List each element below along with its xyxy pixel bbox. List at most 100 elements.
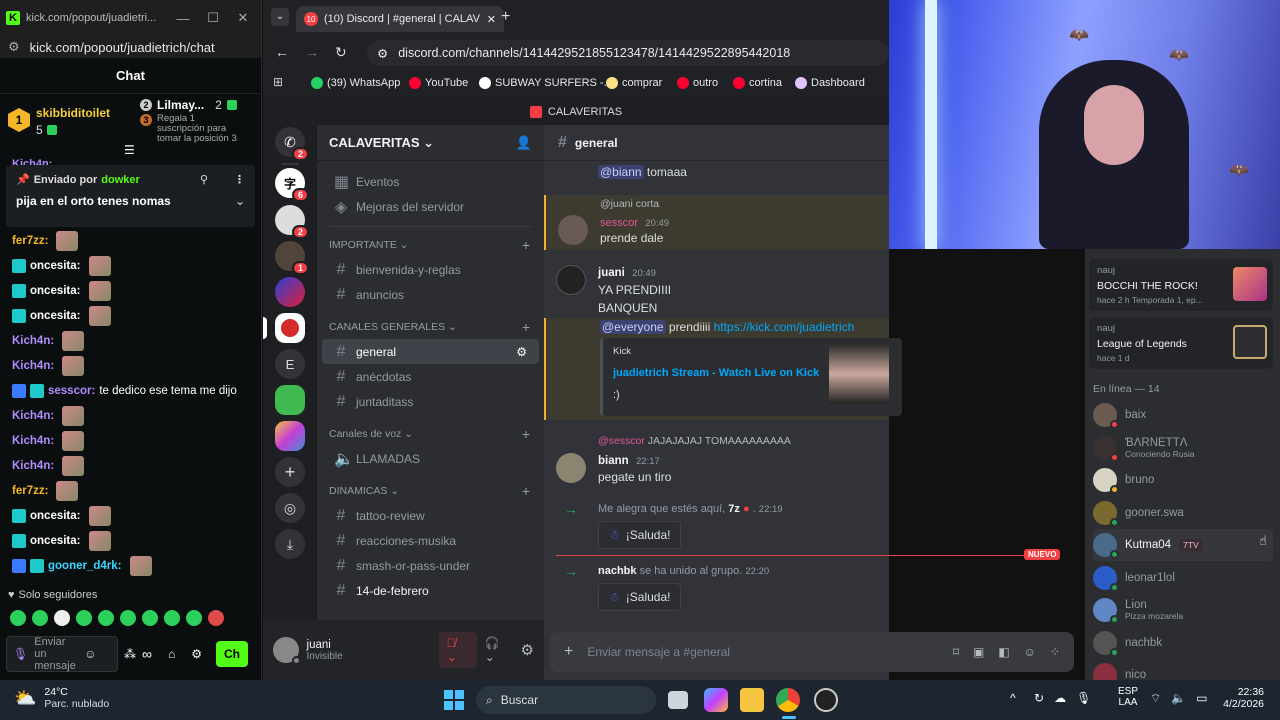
channel-settings-icon[interactable]: ⚙ [516, 345, 527, 359]
channel-item[interactable]: 🔈 LLAMADAS [322, 446, 539, 471]
add-server-icon[interactable]: + [275, 457, 305, 487]
gift2-user[interactable]: Lilmay... [157, 98, 204, 112]
back-icon[interactable]: ← [275, 44, 289, 60]
server-icon-e[interactable]: E [275, 349, 305, 379]
server-icon-5[interactable] [275, 385, 305, 415]
member-item[interactable]: leonar1lol [1093, 562, 1273, 594]
message-link[interactable]: https://kick.com/juadietrich [714, 320, 855, 334]
wave-button[interactable]: ☃ ¡Saluda! [598, 583, 682, 611]
server-name-header[interactable]: CALAVERITAS ⌄ 👤 [317, 125, 544, 161]
apps-icon[interactable]: ⁘ [1050, 645, 1060, 659]
author[interactable]: juani [598, 267, 625, 279]
store-icon[interactable]: ⌂ [168, 647, 175, 661]
emoji-icon[interactable]: ☺ [84, 647, 96, 661]
emote-icon[interactable] [208, 610, 224, 626]
cloud-icon[interactable]: ☁ [1054, 691, 1066, 705]
emote-icon[interactable] [98, 610, 114, 626]
emote-icon[interactable] [142, 610, 158, 626]
emote-icon[interactable] [120, 610, 136, 626]
join-user[interactable]: 7z [728, 503, 740, 515]
pinned-message[interactable]: 📌 Enviado por dowker ⚲ ⋮ pija en el orto… [6, 165, 255, 227]
add-channel-icon[interactable]: + [522, 483, 530, 499]
chat-username[interactable]: gooner_d4rk: [48, 560, 122, 572]
site-info-icon[interactable]: ⚙ [377, 46, 388, 61]
emote-icon[interactable] [10, 610, 26, 626]
user-name[interactable]: juani [307, 639, 405, 651]
add-channel-icon[interactable]: + [522, 426, 530, 442]
users-icon[interactable]: ⁂ [124, 647, 136, 661]
mic-icon[interactable]: 🎙 [13, 647, 28, 661]
discover-icon[interactable]: ◎ [275, 493, 305, 523]
search-box[interactable]: ⌕ Buscar [476, 686, 656, 714]
member-item[interactable]: Kutma04 7TV [1093, 529, 1273, 561]
infinity-icon[interactable]: ∞ [142, 646, 152, 662]
mute-mic-button[interactable]: 🎙̸ ⌄ [438, 632, 477, 668]
add-channel-icon[interactable]: + [522, 319, 530, 335]
server-icon-calaveritas[interactable] [275, 313, 305, 343]
pinned-author[interactable]: dowker [101, 174, 140, 186]
server-icon-2[interactable]: 2 [275, 205, 309, 239]
mention[interactable]: @everyone [600, 320, 666, 334]
avatar[interactable] [556, 265, 586, 295]
chat-username[interactable]: Kich4n: [12, 435, 54, 447]
download-icon[interactable]: ⤓ [275, 529, 305, 559]
member-item[interactable]: Lion Pizza mozarela [1093, 594, 1273, 626]
bookmark-item[interactable]: Dashboard [795, 72, 865, 94]
avatar[interactable] [556, 453, 586, 483]
server-icon-3[interactable]: 1 [275, 241, 309, 275]
channel-item[interactable]: # anécdotas [322, 364, 539, 389]
language-indicator[interactable]: ESP LAA [1118, 686, 1138, 708]
clock[interactable]: 22:36 4/2/2026 [1223, 686, 1264, 710]
bookmark-item[interactable]: YouTube [409, 72, 468, 94]
reload-icon[interactable]: ↻ [335, 44, 347, 61]
boost-item[interactable]: ◈ Mejoras del servidor [322, 194, 539, 219]
emote-icon[interactable] [32, 610, 48, 626]
chat-input[interactable]: 🎙 Enviar un mensaje ☺ [6, 636, 118, 672]
channel-category[interactable]: Canales de voz ⌄ + [317, 422, 544, 446]
maximize-icon[interactable]: ☐ [201, 10, 225, 26]
sticker-icon[interactable]: ◧ [998, 645, 1009, 659]
channel-item[interactable]: # reacciones-musika [322, 528, 539, 553]
tab-close-icon[interactable]: ✕ [487, 13, 496, 26]
settings-icon[interactable]: ⚙ [191, 647, 202, 661]
member-item[interactable]: nachbk [1093, 627, 1273, 659]
author[interactable]: biann [598, 455, 629, 467]
tab-discord[interactable]: 10 (10) Discord | #general | CALAV ✕ [296, 6, 504, 32]
chevron-down-icon[interactable]: ⌄ [235, 194, 245, 208]
bookmark-item[interactable]: comprar [606, 72, 662, 94]
mention[interactable]: @biann [598, 165, 644, 179]
channel-item[interactable]: # general ⚙ [322, 339, 539, 364]
bookmark-item[interactable]: (39) WhatsApp [311, 72, 400, 94]
copilot-icon[interactable] [704, 688, 728, 712]
embed-thumbnail[interactable] [829, 344, 889, 404]
chrome-icon[interactable] [776, 688, 800, 712]
address-bar[interactable]: ⚙ discord.com/channels/14144295218551234… [367, 40, 889, 66]
member-item[interactable]: ƁΛRNETTΛ Conociendo Rusia [1093, 432, 1273, 464]
more-options-icon[interactable]: ⋮ [234, 173, 245, 186]
chat-username[interactable]: oncesita: [30, 310, 81, 322]
weather-widget[interactable]: ⛅ 24°C Parc. nublado [14, 686, 109, 710]
forward-icon[interactable]: → [305, 44, 319, 60]
emote-icon[interactable] [54, 610, 70, 626]
chat-username[interactable]: Kich4n: [12, 360, 54, 372]
chat-username[interactable]: Kich4n: [12, 335, 54, 347]
bookmark-item[interactable]: cortina [733, 72, 782, 94]
embed-title[interactable]: juadietrich Stream - Watch Live on Kick [613, 367, 823, 379]
emote-icon[interactable] [186, 610, 202, 626]
channel-item[interactable]: # bienvenida-y-reglas [322, 257, 539, 282]
apps-icon[interactable]: ⊞ [273, 75, 283, 89]
attach-icon[interactable]: + [564, 643, 573, 661]
task-view-icon[interactable] [668, 691, 688, 709]
channel-item[interactable]: # juntaditass [322, 389, 539, 414]
obs-icon[interactable] [814, 688, 838, 712]
chat-username[interactable]: oncesita: [30, 535, 81, 547]
channel-item[interactable]: #14-de-febrero [322, 578, 539, 603]
server-icon-4[interactable] [275, 277, 305, 307]
emoji-icon[interactable]: ☺ [1024, 645, 1036, 659]
user-settings-icon[interactable]: ⚙ [521, 641, 534, 659]
tray-icons[interactable]: ↻ ☁ 🎙 [1034, 691, 1091, 705]
join-user[interactable]: nachbk [598, 565, 637, 577]
tray-overflow-icon[interactable]: ^ [1010, 691, 1016, 705]
minimize-icon[interactable]: — [171, 11, 195, 26]
unpin-icon[interactable]: ⚲ [200, 173, 208, 186]
